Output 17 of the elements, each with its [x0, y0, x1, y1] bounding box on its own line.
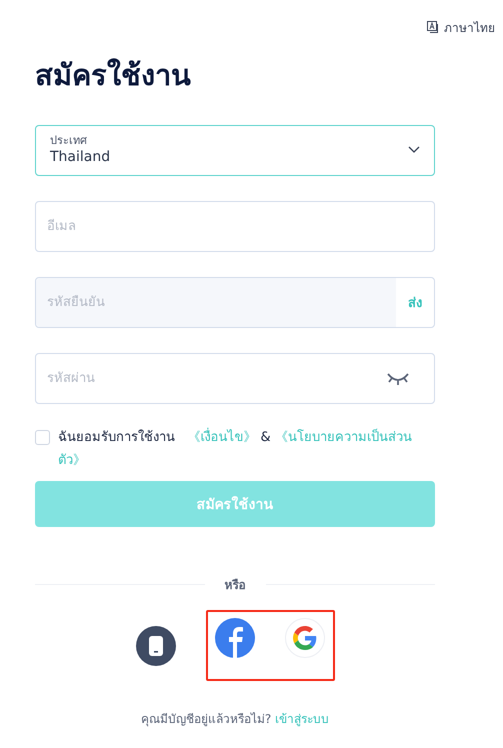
eye-closed-icon[interactable] — [387, 372, 409, 386]
facebook-icon[interactable] — [214, 618, 254, 658]
login-link[interactable]: เข้าสู่ระบบ — [275, 712, 330, 726]
country-select[interactable]: ประเทศ Thailand — [35, 125, 435, 176]
password-box[interactable]: รหัสผ่าน — [35, 353, 435, 404]
page-title: สมัครใช้งาน — [35, 57, 192, 94]
terms-checkbox[interactable] — [35, 430, 50, 445]
password-field[interactable]: รหัสผ่าน — [36, 354, 387, 403]
google-icon[interactable] — [284, 618, 324, 658]
or-label: หรือ — [224, 577, 246, 594]
phone-icon[interactable] — [136, 626, 176, 666]
terms-text: ฉันยอมรับการใช้งาน 《เงื่อนไข》 & 《นโยบายความเป็นส่วนตัว》 — [58, 426, 435, 472]
email-field[interactable]: อีเมล — [36, 202, 434, 251]
chevron-down-icon — [408, 146, 420, 154]
translate-icon[interactable] — [427, 21, 439, 33]
login-prompt: คุณมีบัญชีอยู่แล้วหรือไม่? เข้าสู่ระบบ — [140, 711, 330, 728]
language-link[interactable]: ภาษาไทย — [444, 18, 495, 36]
